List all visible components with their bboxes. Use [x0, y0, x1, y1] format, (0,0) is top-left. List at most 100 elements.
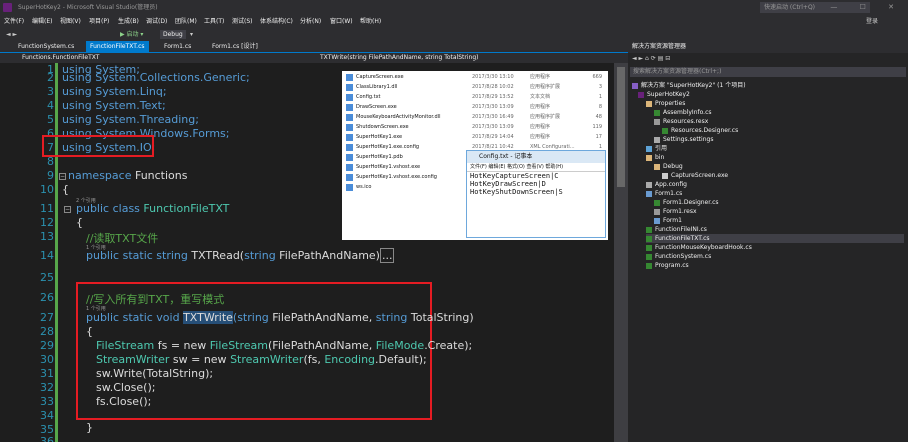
menu-architecture[interactable]: 体系结构(C): [260, 15, 293, 28]
member-dropdown[interactable]: TXTWrite(string FilePathAndName, string …: [320, 53, 479, 63]
keyword: public static string: [86, 249, 188, 262]
change-margin: [55, 63, 58, 442]
dll-icon: [346, 114, 353, 121]
line-number: 31: [40, 367, 54, 380]
line-number: 11: [40, 202, 54, 215]
tree-item-form1[interactable]: Form1.cs: [646, 189, 682, 198]
fold-toggle-icon[interactable]: −: [59, 173, 66, 180]
tree-item-project[interactable]: SuperHotKey2: [638, 90, 690, 99]
menu-test[interactable]: 测试(S): [232, 15, 253, 28]
ico-file-icon: [346, 184, 353, 191]
type: FileStream: [96, 339, 155, 352]
type: StreamWriter: [96, 353, 170, 366]
tree-item-functionmousekeyboardhook[interactable]: FunctionMouseKeyboardHook.cs: [646, 243, 752, 252]
line-number: 33: [40, 395, 54, 408]
login-link[interactable]: 登录: [866, 15, 878, 28]
line-number: 27: [40, 311, 54, 324]
keyword: string: [375, 311, 408, 324]
tree-item-program[interactable]: Program.cs: [646, 261, 689, 270]
fold-toggle-icon[interactable]: −: [64, 206, 71, 213]
file-row: Config.txt 2017/8/29 13:52 文本文档 1: [346, 92, 606, 102]
exe-icon: [346, 134, 353, 141]
tree-item-capturescreen[interactable]: CaptureScreen.exe: [662, 171, 728, 180]
line-number: 12: [40, 216, 54, 229]
tree-item-resources-designer[interactable]: Resources.Designer.cs: [662, 126, 738, 135]
editor-scroll-thumb[interactable]: [617, 67, 625, 187]
line-number: 34: [40, 409, 54, 422]
settings-file-icon: [654, 136, 660, 143]
menu-window[interactable]: 窗口(W): [330, 15, 353, 28]
tree-item-form1-designer[interactable]: Form1.Designer.cs: [654, 198, 719, 207]
exe-icon: [346, 164, 353, 171]
line-number: 2: [47, 71, 54, 84]
param: FilePathAndName,: [272, 311, 373, 324]
solution-search-input[interactable]: 搜索解决方案资源管理器(Ctrl+;): [630, 67, 906, 77]
notepad-line: HotKeyCaptureScreen|C: [470, 172, 559, 180]
title-bar: SuperHotKey2 - Microsoft Visual Studio(管…: [0, 0, 908, 15]
brace: {: [76, 216, 83, 229]
type: FileMode: [375, 339, 425, 352]
form-file-icon: [646, 190, 652, 197]
code-text: .Default);: [375, 353, 427, 366]
collapsed-block-icon[interactable]: ...: [379, 248, 395, 263]
tree-item-properties[interactable]: Properties: [646, 99, 685, 108]
tab-functionfiletxt[interactable]: FunctionFileTXT.cs: [86, 41, 149, 53]
folder-icon: [654, 163, 660, 170]
tree-item-solution[interactable]: 解决方案 "SuperHotKey2" (1 个项目): [632, 81, 746, 90]
platform-dropdown-icon[interactable]: ▾: [190, 30, 193, 39]
csharp-project-icon: [638, 91, 644, 98]
tree-item-functionfileini[interactable]: FunctionFileINI.cs: [646, 225, 707, 234]
tree-item-functionsystem[interactable]: FunctionSystem.cs: [646, 252, 711, 261]
tree-item-form1-resx[interactable]: Form1.resx: [654, 207, 697, 216]
tree-item-functionfiletxt[interactable]: FunctionFileTXT.cs: [646, 234, 904, 243]
line-number: 4: [47, 99, 54, 112]
code-line: fs.Close();: [96, 395, 152, 408]
code-line: using System.Collections.Generic;: [62, 71, 250, 84]
highlight-box-using-io: [42, 135, 154, 157]
config-icon: [346, 144, 353, 151]
notepad-menu: 文件(F) 编辑(E) 格式(O) 查看(V) 帮助(H): [467, 163, 605, 172]
menu-build[interactable]: 生成(B): [118, 15, 139, 28]
tree-item-bin[interactable]: bin: [646, 153, 664, 162]
folder-icon: [646, 100, 652, 107]
tab-form1[interactable]: Form1.cs: [160, 41, 195, 53]
keyword: public class: [76, 202, 140, 215]
solution-explorer-toolbar[interactable]: ◄ ► ⌂ ⟳ ▤ ⊟: [628, 53, 908, 65]
start-button[interactable]: ▶ 启动 ▾: [120, 30, 143, 39]
code-text: .Create);: [424, 339, 473, 352]
tree-item-references[interactable]: 引用: [646, 144, 667, 153]
menu-bar: 文件(F) 编辑(E) 视图(V) 项目(P) 生成(B) 调试(D) 团队(M…: [0, 15, 908, 28]
method-name: TXTRead(: [191, 249, 245, 262]
menu-team[interactable]: 团队(M): [175, 15, 197, 28]
code-line: sw.Close();: [96, 381, 156, 394]
notepad-title: Config.txt - 记事本: [467, 151, 605, 163]
tree-item-form1-class[interactable]: Form1: [654, 216, 682, 225]
menu-file[interactable]: 文件(F): [4, 15, 24, 28]
menu-debug[interactable]: 调试(D): [146, 15, 167, 28]
tree-item-settings[interactable]: Settings.settings: [654, 135, 713, 144]
type-dropdown[interactable]: Functions.FunctionFileTXT: [22, 53, 99, 63]
line-number: 30: [40, 353, 54, 366]
document-tabs: FunctionSystem.cs FunctionFileTXT.cs For…: [0, 41, 628, 53]
tab-functionsystem[interactable]: FunctionSystem.cs: [14, 41, 78, 53]
csharp-file-icon: [646, 253, 652, 260]
csharp-file-icon: [662, 127, 668, 134]
menu-analyze[interactable]: 分析(N): [300, 15, 321, 28]
menu-project[interactable]: 项目(P): [89, 15, 109, 28]
tree-item-appconfig[interactable]: App.config: [646, 180, 687, 189]
tab-form1-design[interactable]: Form1.cs [设计]: [208, 41, 262, 53]
window-controls[interactable]: — ☐ ✕: [830, 0, 904, 15]
tree-item-resources[interactable]: Resources.resx: [654, 117, 708, 126]
tree-item-debug[interactable]: Debug: [654, 162, 683, 171]
menu-view[interactable]: 视图(V): [60, 15, 81, 28]
back-icon[interactable]: ◄ ►: [6, 30, 17, 39]
type: FileStream: [209, 339, 268, 352]
toolbar: ◄ ► ▶ 启动 ▾ Debug ▾: [0, 28, 908, 41]
tree-item-assemblyinfo[interactable]: AssemblyInfo.cs: [654, 108, 712, 117]
exe-icon: [346, 124, 353, 131]
menu-tools[interactable]: 工具(T): [204, 15, 224, 28]
txt-icon: [346, 94, 353, 101]
menu-help[interactable]: 帮助(H): [360, 15, 381, 28]
menu-edit[interactable]: 编辑(E): [32, 15, 52, 28]
config-select[interactable]: Debug: [160, 30, 186, 39]
